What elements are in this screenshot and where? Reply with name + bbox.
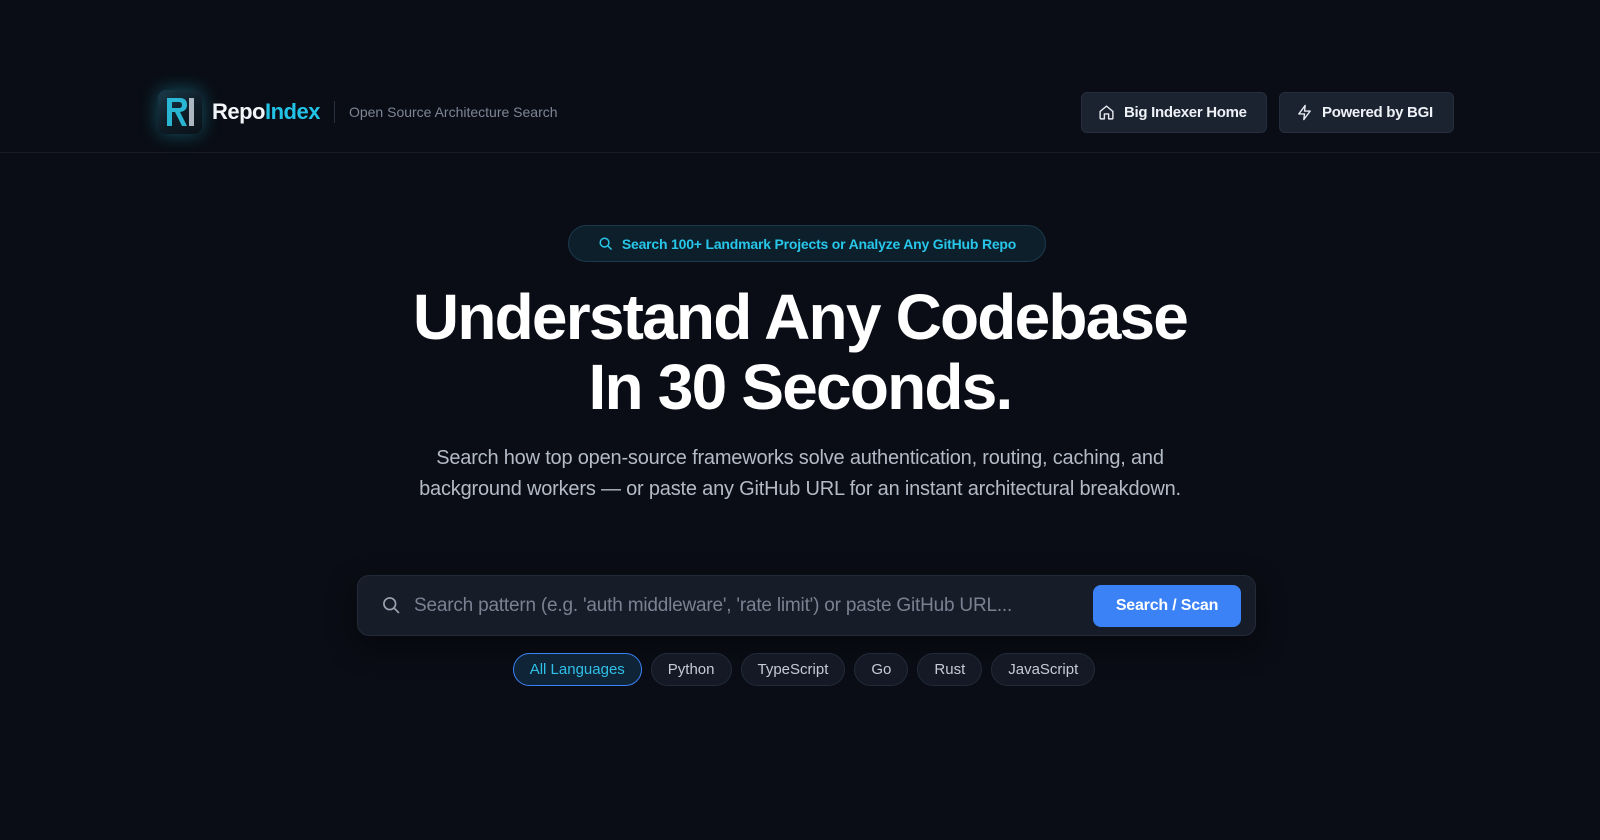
language-chip-go[interactable]: Go xyxy=(854,653,909,686)
search-icon xyxy=(599,237,612,250)
brand-tagline: Open Source Architecture Search xyxy=(348,104,558,120)
brand-name-index: Index xyxy=(265,99,320,124)
big-indexer-home-button[interactable]: Big Indexer Home xyxy=(1081,92,1267,133)
home-icon xyxy=(1099,105,1114,120)
language-chip-javascript[interactable]: JavaScript xyxy=(991,653,1096,686)
feature-pill-text: Search 100+ Landmark Projects or Analyze… xyxy=(621,235,1017,252)
search-scan-button[interactable]: Search / Scan xyxy=(1093,585,1241,627)
hero-title-line1: Understand Any Codebase xyxy=(412,281,1189,353)
header-nav: Big Indexer Home Powered by BGI xyxy=(1081,92,1454,133)
brand-name: Repo Index xyxy=(212,99,320,125)
powered-by-bgi-label: Powered by BGI xyxy=(1322,104,1433,121)
hero-title: Understand Any Codebase In 30 Seconds. xyxy=(300,282,1300,422)
search-bar: Search / Scan xyxy=(357,575,1256,636)
brand[interactable]: Repo Index Open Source Architecture Searc… xyxy=(158,90,558,134)
powered-by-bgi-button[interactable]: Powered by BGI xyxy=(1279,92,1454,133)
language-chip-python[interactable]: Python xyxy=(650,653,732,686)
big-indexer-home-label: Big Indexer Home xyxy=(1124,104,1247,121)
bolt-icon xyxy=(1298,104,1311,121)
language-chip-typescript[interactable]: TypeScript xyxy=(740,653,846,686)
language-filter: All Languages Python TypeScript Go Rust … xyxy=(0,653,1600,686)
logo-icon xyxy=(158,90,202,134)
brand-name-repo: Repo xyxy=(212,99,266,124)
feature-pill: Search 100+ Landmark Projects or Analyze… xyxy=(568,225,1046,262)
brand-divider xyxy=(333,101,335,123)
language-chip-rust[interactable]: Rust xyxy=(917,653,983,686)
search-icon xyxy=(383,597,400,614)
hero-title-line2: In 30 Seconds. xyxy=(588,351,1014,423)
search-input[interactable] xyxy=(414,588,1074,624)
language-chip-all[interactable]: All Languages xyxy=(512,653,642,686)
site-header: Repo Index Open Source Architecture Searc… xyxy=(0,0,1600,153)
hero-subtitle: Search how top open-source frameworks so… xyxy=(419,447,1181,500)
